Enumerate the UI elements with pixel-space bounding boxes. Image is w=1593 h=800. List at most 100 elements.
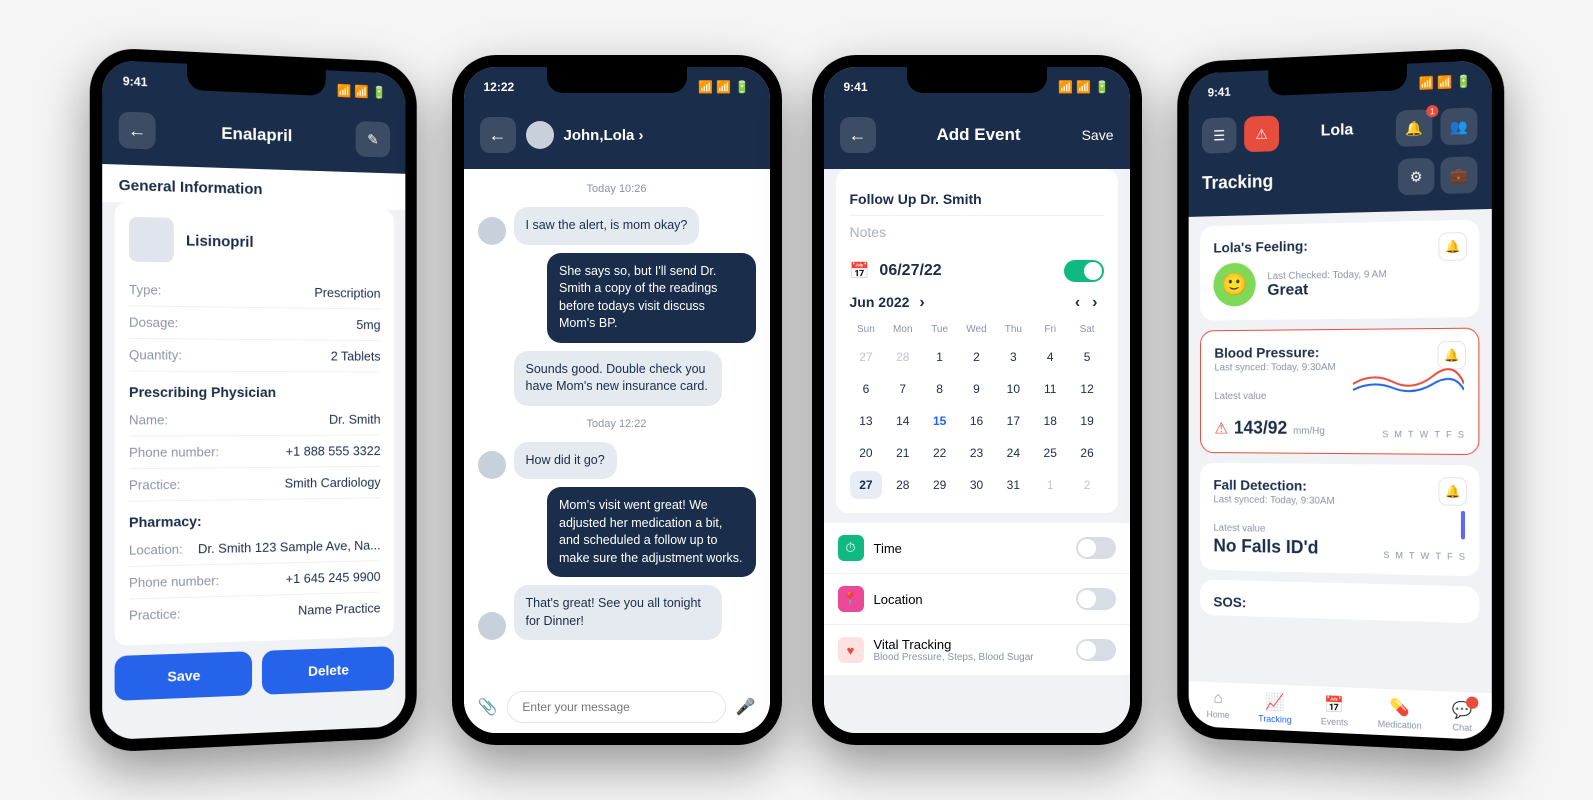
- edit-button[interactable]: ✎: [355, 121, 389, 158]
- calendar-day[interactable]: 27: [850, 471, 883, 499]
- calendar-day[interactable]: 29: [923, 471, 956, 499]
- vital-option[interactable]: ♥Vital TrackingBlood Pressure, Steps, Bl…: [824, 625, 1130, 676]
- calendar-day[interactable]: 3: [997, 343, 1030, 371]
- message-bubble: I saw the alert, is mom okay?: [514, 207, 700, 245]
- calendar-day[interactable]: 20: [850, 439, 883, 467]
- timestamp: Today 12:22: [478, 418, 756, 430]
- calendar-day[interactable]: 23: [960, 439, 993, 467]
- nav-home[interactable]: ⌂Home: [1206, 690, 1229, 722]
- phone-medication: 9:41 📶 📶 🔋 ← Enalapril ✎ General Informa…: [89, 47, 416, 753]
- physician-phone-value: +1 888 555 3322: [285, 443, 380, 459]
- calendar-day[interactable]: 2: [1071, 471, 1104, 499]
- time-option[interactable]: ⏱Time: [824, 523, 1130, 574]
- calendar-day[interactable]: 21: [886, 439, 919, 467]
- pharmacy-practice-value: Name Practice: [298, 600, 380, 617]
- calendar-day[interactable]: 6: [850, 375, 883, 403]
- nav-chat[interactable]: 💬Chat: [1451, 700, 1471, 733]
- location-toggle[interactable]: [1076, 588, 1116, 610]
- back-button[interactable]: ←: [118, 111, 155, 149]
- message-input[interactable]: [507, 691, 725, 723]
- notes-input[interactable]: [850, 216, 1104, 248]
- users-button[interactable]: 👥: [1440, 107, 1477, 145]
- date-value[interactable]: 06/27/22: [879, 262, 1053, 280]
- avatar: [478, 217, 506, 245]
- calendar-day[interactable]: 28: [886, 471, 919, 499]
- bp-label: Blood Pressure:: [1214, 343, 1464, 361]
- location-option[interactable]: 📍Location: [824, 574, 1130, 625]
- notch: [547, 67, 687, 93]
- menu-button[interactable]: ☰: [1201, 117, 1235, 154]
- calendar-day[interactable]: 18: [1034, 407, 1067, 435]
- calendar-day[interactable]: 13: [850, 407, 883, 435]
- next-month-button[interactable]: ›: [1086, 294, 1103, 311]
- physician-name-label: Name:: [128, 412, 167, 427]
- calendar-day[interactable]: 9: [960, 375, 993, 403]
- chat-title[interactable]: John,Lola ›: [564, 127, 644, 144]
- calendar-day[interactable]: 27: [850, 343, 883, 371]
- briefcase-button[interactable]: 💼: [1440, 156, 1477, 194]
- calendar-day[interactable]: 10: [997, 375, 1030, 403]
- calendar-day[interactable]: 1: [923, 343, 956, 371]
- back-button[interactable]: ←: [840, 117, 876, 153]
- calendar-day[interactable]: 11: [1034, 375, 1067, 403]
- settings-button[interactable]: ⚙: [1397, 158, 1433, 196]
- vital-toggle[interactable]: [1076, 639, 1116, 661]
- notifications-button[interactable]: 🔔1: [1395, 109, 1431, 147]
- calendar-day[interactable]: 24: [997, 439, 1030, 467]
- save-button[interactable]: Save: [114, 651, 251, 701]
- chat-icon: 💬: [1451, 700, 1471, 721]
- calendar-day[interactable]: 14: [886, 407, 919, 435]
- calendar-day[interactable]: 26: [1071, 439, 1104, 467]
- status-time: 9:41: [844, 80, 868, 94]
- calendar-day[interactable]: 4: [1034, 343, 1067, 371]
- events-icon: 📅: [1324, 694, 1344, 715]
- event-name-input[interactable]: [850, 183, 1104, 216]
- tracking-title: Tracking: [1201, 171, 1272, 194]
- calendar-day[interactable]: 12: [1071, 375, 1104, 403]
- calendar-day[interactable]: 8: [923, 375, 956, 403]
- avatar: [478, 612, 506, 640]
- calendar-day[interactable]: 16: [960, 407, 993, 435]
- calendar-day[interactable]: 25: [1034, 439, 1067, 467]
- status-time: 9:41: [1207, 85, 1230, 100]
- type-label: Type:: [128, 282, 160, 298]
- nav-medication[interactable]: 💊Medication: [1377, 697, 1421, 731]
- calendar-day[interactable]: 19: [1071, 407, 1104, 435]
- chat-avatar[interactable]: [526, 121, 554, 149]
- type-value: Prescription: [314, 285, 380, 301]
- bell-icon[interactable]: 🔔: [1438, 477, 1467, 506]
- nav-events[interactable]: 📅Events: [1320, 694, 1347, 727]
- time-toggle[interactable]: [1076, 537, 1116, 559]
- chat-badge: [1466, 696, 1478, 709]
- message-bubble: Sounds good. Double check you have Mom's…: [514, 351, 723, 406]
- date-toggle[interactable]: [1064, 260, 1104, 282]
- physician-practice-label: Practice:: [128, 477, 180, 493]
- message-bubble: She says so, but I'll send Dr. Smith a c…: [547, 253, 756, 343]
- calendar-day[interactable]: 1: [1034, 471, 1067, 499]
- calendar-day[interactable]: 30: [960, 471, 993, 499]
- save-link[interactable]: Save: [1082, 127, 1114, 143]
- calendar-day[interactable]: 17: [997, 407, 1030, 435]
- sos-label: SOS:: [1213, 594, 1465, 617]
- mic-icon[interactable]: 🎤: [736, 697, 756, 717]
- calendar-day[interactable]: 28: [886, 343, 919, 371]
- notch: [907, 67, 1047, 93]
- nav-tracking[interactable]: 📈Tracking: [1258, 692, 1291, 725]
- home-icon: ⌂: [1213, 690, 1222, 708]
- bell-icon[interactable]: 🔔: [1438, 232, 1467, 261]
- calendar-day[interactable]: 5: [1071, 343, 1104, 371]
- calendar-day[interactable]: 31: [997, 471, 1030, 499]
- attach-icon[interactable]: 📎: [478, 697, 498, 717]
- alert-button[interactable]: ⚠: [1244, 115, 1279, 152]
- calendar-day[interactable]: 2: [960, 343, 993, 371]
- month-next-icon[interactable]: ›: [913, 294, 930, 311]
- pharmacy-location-value: Dr. Smith 123 Sample Ave, Na...: [197, 538, 380, 557]
- message-bubble: That's great! See you all tonight for Di…: [514, 585, 723, 640]
- calendar-day[interactable]: 22: [923, 439, 956, 467]
- calendar-day[interactable]: 7: [886, 375, 919, 403]
- prev-month-button[interactable]: ‹: [1069, 294, 1086, 311]
- calendar-day[interactable]: 15: [923, 407, 956, 435]
- back-button[interactable]: ←: [480, 117, 516, 153]
- delete-button[interactable]: Delete: [261, 646, 393, 695]
- status-icons: 📶 📶 🔋: [1418, 74, 1471, 91]
